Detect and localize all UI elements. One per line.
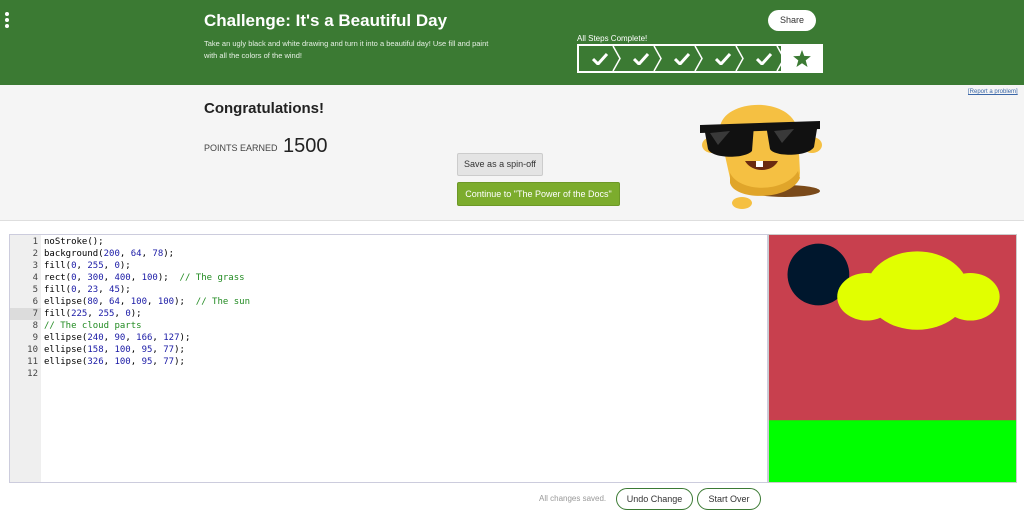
share-button[interactable]: Share [768,10,816,31]
line-number: 11 [27,357,38,367]
code-line[interactable]: ellipse(80, 64, 100, 100); // The sun [44,296,250,308]
steps-status: All Steps Complete! [577,34,648,43]
line-number: 10 [27,345,38,355]
line-number: 12 [27,369,38,379]
code-editor[interactable]: 1 2 3 4 5 6 7 8 9 10 11 12 noStroke(); ba… [9,234,768,483]
cloud-left [837,272,896,321]
challenge-title: Challenge: It's a Beautiful Day [204,11,448,30]
line-number: 8 [32,321,38,331]
line-number: 3 [32,261,38,271]
output-canvas [768,234,1017,483]
code-line[interactable]: ellipse(158, 100, 95, 77); [44,344,185,356]
points-value: 1500 [283,135,328,157]
start-over-button[interactable]: Start Over [697,488,761,510]
code-line[interactable]: fill(0, 23, 45); [44,284,131,296]
step-6-star-icon[interactable] [781,44,823,73]
code-line[interactable]: ellipse(240, 90, 166, 127); [44,332,190,344]
line-number: 9 [32,333,38,343]
line-number: 4 [32,273,38,283]
code-line[interactable]: // The cloud parts [44,320,142,332]
step-progress [577,44,823,73]
undo-change-button[interactable]: Undo Change [616,488,693,510]
line-number: 1 [32,237,38,247]
output-drawing [769,235,1016,482]
code-line[interactable]: rect(0, 300, 400, 100); // The grass [44,272,245,284]
points-label: POINTS EARNED [204,143,278,153]
line-number-active: 7 [10,308,41,320]
line-number: 6 [32,297,38,307]
menu-icon[interactable] [5,12,11,28]
save-spinoff-button[interactable]: Save as a spin-off [457,153,543,176]
grass-rect [769,420,1016,482]
congratulations-panel: [Report a problem] Congratulations! POIN… [0,85,1024,221]
line-number: 5 [32,285,38,295]
save-status: All changes saved. [539,494,607,503]
code-line[interactable]: fill(225, 255, 0); [44,308,142,320]
challenge-header: Challenge: It's a Beautiful Day Take an … [0,0,1024,85]
challenge-description: Take an ugly black and white drawing and… [204,39,489,60]
code-line[interactable]: ellipse(326, 100, 95, 77); [44,356,185,368]
report-problem-link[interactable]: [Report a problem] [968,89,1018,95]
code-line[interactable]: background(200, 64, 78); [44,248,174,260]
mascot-with-sunglasses [700,104,822,209]
code-line[interactable]: fill(0, 255, 0); [44,260,131,272]
line-number: 2 [32,249,38,259]
cloud-right [940,272,1000,321]
line-number-gutter: 1 2 3 4 5 6 7 8 9 10 11 12 [10,235,41,482]
code-line[interactable]: noStroke(); [44,236,104,248]
continue-button[interactable]: Continue to "The Power of the Docs" [457,182,620,206]
congrats-title: Congratulations! [204,100,324,117]
